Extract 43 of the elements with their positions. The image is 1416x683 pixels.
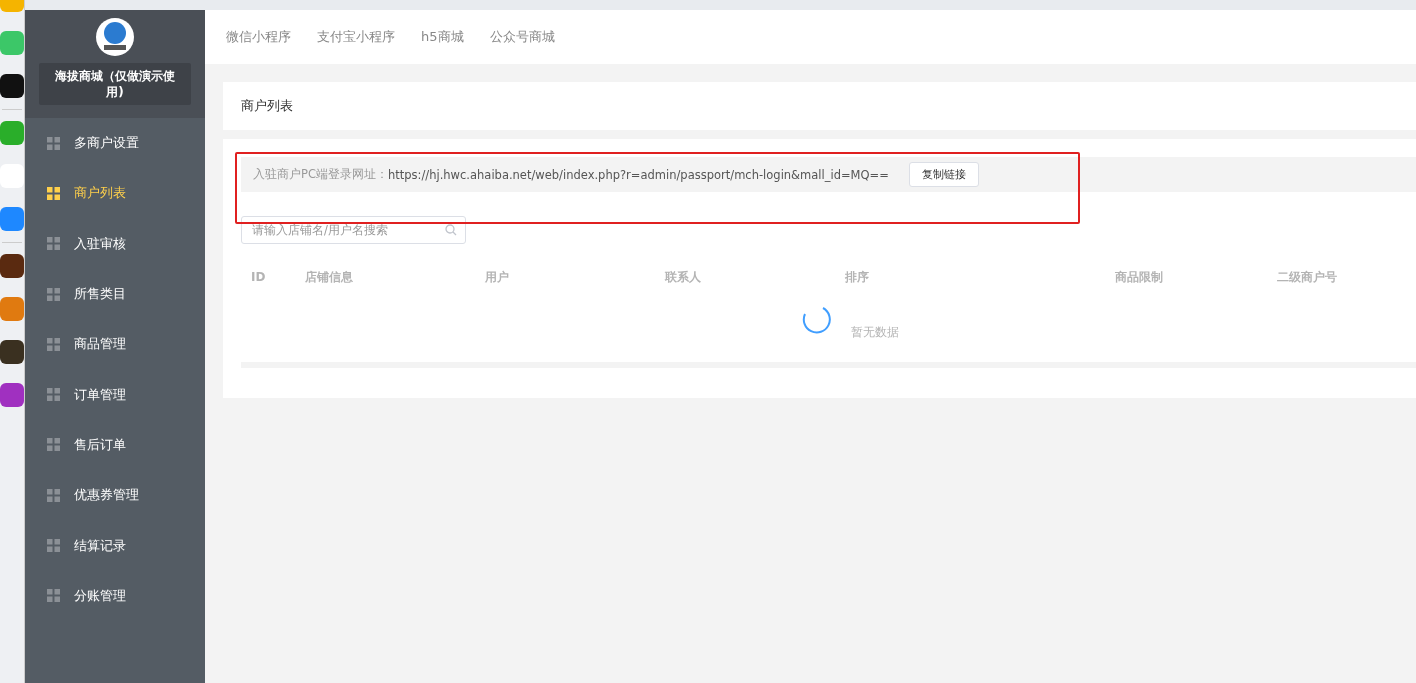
column-header: 商品限制: [1115, 268, 1164, 286]
column-header: ID: [251, 270, 267, 284]
grid-icon: [47, 186, 60, 200]
brand-title: 海拔商城（仅做演示使用): [39, 63, 191, 105]
grid-icon: [47, 388, 60, 402]
logo-icon: [96, 18, 134, 56]
column-header: 联系人: [665, 268, 702, 286]
column-header: 店铺信息: [305, 268, 354, 286]
platform-tab[interactable]: 公众号商城: [489, 28, 555, 46]
grid-icon: [47, 539, 60, 552]
login-url: https://hj.hwc.ahaiba.net/web/index.php?r=admin/passport/mch-login&mall_id=MQ==: [387, 167, 889, 182]
menu-item[interactable]: 商户列表: [25, 168, 205, 219]
column-header: 用户: [485, 268, 510, 286]
column-header: 二级商户号: [1277, 268, 1338, 286]
column-header: 排序: [845, 268, 870, 286]
menu-item[interactable]: 分账管理: [25, 570, 205, 621]
platform-tab[interactable]: 微信小程序: [226, 28, 291, 46]
grid-icon: [47, 237, 60, 251]
menu-item[interactable]: 售后订单: [25, 419, 205, 471]
menu-item[interactable]: 结算记录: [25, 520, 205, 571]
page-title: 商户列表: [223, 82, 1416, 139]
search-icon: [445, 224, 457, 236]
menu-item[interactable]: 所售类目: [25, 268, 205, 320]
grid-icon: [47, 337, 60, 351]
grid-icon: [47, 589, 60, 603]
grid-icon: [47, 438, 60, 452]
menu-item[interactable]: 订单管理: [25, 369, 205, 420]
menu-item[interactable]: 优惠券管理: [25, 470, 205, 521]
app-icon[interactable]: [0, 74, 24, 98]
empty-text: 暂无数据: [851, 323, 899, 341]
menu-item[interactable]: 入驻审核: [25, 218, 205, 269]
platform-tab[interactable]: 支付宝小程序: [317, 28, 395, 46]
grid-icon: [47, 287, 60, 301]
menu-item[interactable]: 多商户设置: [25, 118, 205, 169]
copy-link-button[interactable]: 复制链接: [908, 162, 979, 187]
grid-icon: [47, 488, 60, 502]
url-label: 入驻商户PC端登录网址：: [253, 167, 388, 182]
platform-tab[interactable]: h5商城: [421, 28, 464, 46]
search-field[interactable]: 请输入店铺名/用户名搜索: [241, 216, 466, 244]
menu-item[interactable]: 商品管理: [25, 319, 205, 370]
app-icon[interactable]: [0, 340, 24, 364]
grid-icon: [47, 136, 60, 150]
app-icon[interactable]: [0, 254, 24, 278]
